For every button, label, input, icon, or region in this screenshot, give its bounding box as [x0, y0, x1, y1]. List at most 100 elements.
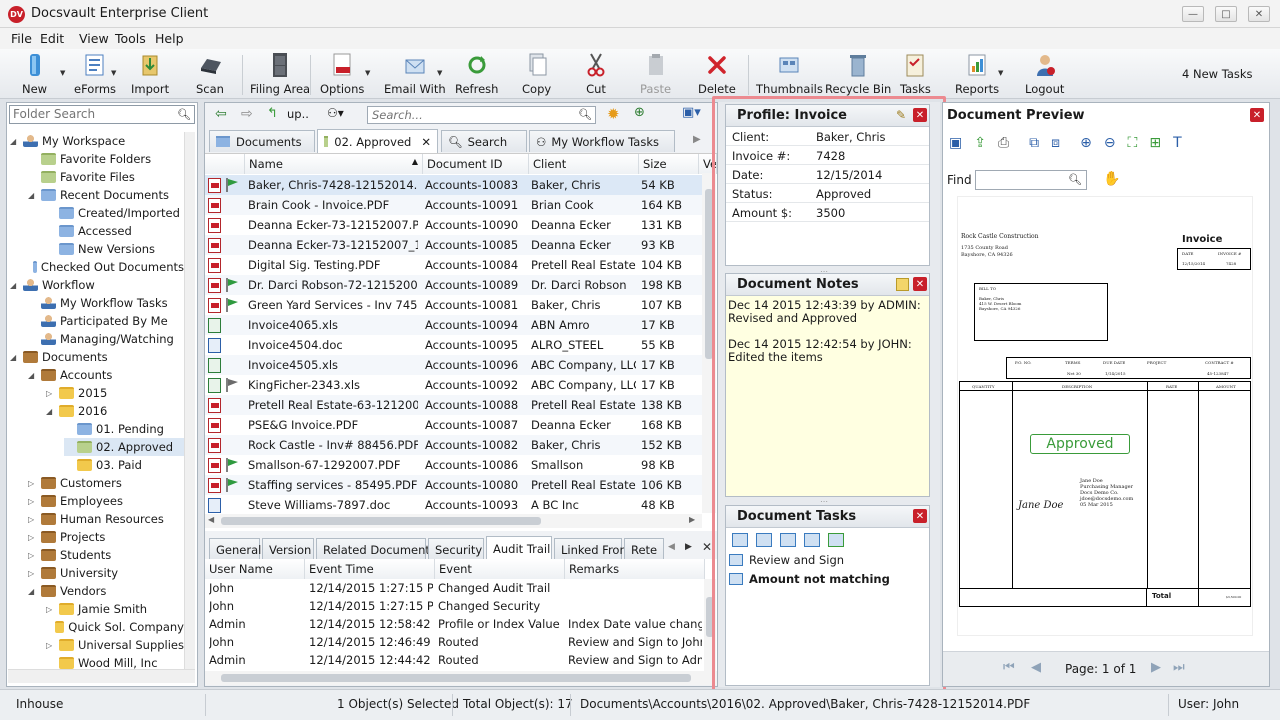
table-row[interactable]: Baker, Chris-7428-12152014.PDF Accounts-1…	[205, 175, 705, 195]
minimize-button[interactable]: —	[1182, 6, 1204, 22]
tab-scroll-left-icon[interactable]: ◀	[668, 542, 675, 552]
expand-toggle-icon[interactable]: ▷	[46, 389, 56, 398]
column-header-version[interactable]: Ver	[699, 154, 717, 174]
up-button-label[interactable]: up..	[287, 107, 309, 121]
scrollbar-thumb[interactable]	[706, 597, 714, 637]
tab-security[interactable]: Security	[428, 538, 484, 560]
delete-button[interactable]: Delete	[698, 52, 736, 96]
edit-profile-icon[interactable]: ✎	[896, 108, 906, 122]
zoom-in-icon[interactable]: ⊕	[1080, 135, 1092, 151]
tab-search[interactable]: 🔍︎ Search	[441, 130, 527, 152]
tab-02-approved[interactable]: 02. Approved ✕	[317, 129, 438, 153]
tree-item[interactable]: New Versions	[46, 240, 184, 258]
tree-item[interactable]: Wood Mill, Inc	[46, 654, 184, 669]
next-page-icon[interactable]: ▶	[1151, 660, 1161, 675]
zoom-search-icon[interactable]: ⊕	[634, 105, 645, 120]
tree-item[interactable]: Created/Imported	[46, 204, 184, 222]
table-row[interactable]: KingFicher-2343.xls Accounts-10092 ABC Com…	[205, 375, 705, 395]
save-layout-icon[interactable]: ▣▾	[682, 105, 701, 120]
reports-dropdown-arrow[interactable]: ▼	[998, 69, 1003, 77]
tab-related-documents[interactable]: Related Documents	[316, 538, 436, 560]
copy-page-icon[interactable]: ⧉	[1029, 135, 1039, 151]
paste-button[interactable]: Paste	[640, 52, 671, 96]
tree-item[interactable]: Checked Out Documents	[28, 258, 184, 276]
expand-toggle-icon[interactable]: ◢	[28, 371, 38, 380]
task-item[interactable]: Review and Sign	[727, 551, 930, 570]
tab-scroll-right-icon[interactable]: ▶	[693, 134, 701, 145]
audit-horizontal-scrollbar[interactable]	[205, 671, 717, 685]
column-header-event-time[interactable]: Event Time	[305, 559, 435, 579]
new-dropdown-arrow[interactable]: ▼	[60, 69, 65, 77]
search-icon[interactable]: 🔍︎	[177, 108, 191, 121]
tab-audit-trail[interactable]: Audit Trail	[486, 536, 552, 560]
tree-item[interactable]: ▷ Human Resources	[28, 510, 184, 528]
expand-toggle-icon[interactable]: ▷	[28, 479, 38, 488]
search-icon[interactable]: 🔍︎	[1068, 173, 1082, 186]
scrollbar-thumb[interactable]	[221, 517, 541, 525]
audit-row[interactable]: John 12/14/2015 12:46:49 PM Routed Review a…	[205, 633, 703, 651]
menu-help[interactable]: Help	[155, 31, 184, 46]
expand-toggle-icon[interactable]: ◢	[10, 137, 20, 146]
audit-row[interactable]: Admin 12/14/2015 12:58:42 PM Profile or In…	[205, 615, 703, 633]
new-task-icon[interactable]	[732, 533, 748, 547]
expand-toggle-icon[interactable]: ◢	[46, 407, 56, 416]
scrollbar-thumb[interactable]	[221, 674, 691, 682]
tree-item[interactable]: ▷ University	[28, 564, 184, 582]
maximize-button[interactable]: □	[1215, 6, 1237, 22]
column-header-event[interactable]: Event	[435, 559, 565, 579]
tree-item[interactable]: ◢ 2016	[46, 402, 184, 420]
tab-scroll-right-icon[interactable]: ▶	[685, 542, 692, 552]
close-window-button[interactable]: ✕	[1248, 6, 1270, 22]
text-select-icon[interactable]: T	[1173, 135, 1182, 151]
back-arrow-icon[interactable]: ⇦	[215, 106, 227, 122]
column-header-name[interactable]: Name ▲	[245, 154, 423, 174]
folder-search-input[interactable]	[10, 106, 175, 122]
expand-toggle-icon[interactable]: ◢	[10, 353, 20, 362]
column-header-size[interactable]: Size	[639, 154, 699, 174]
audit-vertical-scrollbar[interactable]	[704, 579, 716, 671]
table-row[interactable]: Invoice4505.xls Accounts-10096 ABC Company…	[205, 355, 705, 375]
expand-toggle-icon[interactable]: ▷	[46, 641, 56, 650]
table-row[interactable]: Rock Castle - Inv# 88456.PDF Accounts-100…	[205, 435, 705, 455]
table-row[interactable]: Deanna Ecker-73-12152007_1.PDF Accounts-1…	[205, 235, 705, 255]
audit-row[interactable]: Admin 12/14/2015 12:44:42 PM Routed Review …	[205, 651, 703, 669]
tab-retention[interactable]: Rete	[624, 538, 664, 560]
tab-general[interactable]: General	[209, 538, 261, 560]
menu-tools[interactable]: Tools	[115, 31, 146, 46]
tree-item[interactable]: ◢ Vendors	[28, 582, 184, 600]
tree-item[interactable]: ▷ Customers	[28, 474, 184, 492]
expand-toggle-icon[interactable]: ▷	[28, 515, 38, 524]
edit-task-icon[interactable]	[756, 533, 772, 547]
tree-item[interactable]: ▷ Projects	[28, 528, 184, 546]
zoom-out-icon[interactable]: ⊖	[1104, 135, 1116, 151]
scroll-right-icon[interactable]: ▶	[689, 515, 695, 524]
table-row[interactable]: Steve Williams-7897.doc Accounts-10093 A B…	[205, 495, 705, 515]
table-row[interactable]: Pretell Real Estate-63-1212007.... Accoun…	[205, 395, 705, 415]
refresh-button[interactable]: Refresh	[455, 52, 498, 96]
close-tab-icon[interactable]: ✕	[421, 135, 431, 149]
import-button[interactable]: Import	[131, 52, 169, 96]
table-row[interactable]: Smallson-67-1292007.PDF Accounts-10086 Sma…	[205, 455, 705, 475]
search-icon[interactable]: 🔍︎	[578, 108, 592, 121]
complete-task-icon[interactable]	[828, 533, 844, 547]
copy-button[interactable]: Copy	[522, 52, 551, 96]
table-row[interactable]: Staffing services - 85495.PDF Accounts-10…	[205, 475, 705, 495]
expand-toggle-icon[interactable]: ◢	[28, 191, 38, 200]
expand-toggle-icon[interactable]: ▷	[28, 569, 38, 578]
tree-vertical-scrollbar[interactable]	[184, 132, 195, 669]
tree-item[interactable]: ◢ Recent Documents	[28, 186, 184, 204]
email-dropdown-arrow[interactable]: ▼	[437, 69, 442, 77]
logout-button[interactable]: Logout	[1025, 52, 1064, 96]
eforms-button[interactable]: eForms	[74, 52, 116, 96]
tree-item[interactable]: 03. Paid	[64, 456, 184, 474]
assign-task-icon[interactable]	[804, 533, 820, 547]
flag-icon[interactable]	[225, 297, 239, 312]
print-icon[interactable]: ⎙	[998, 135, 1009, 151]
table-row[interactable]: Deanna Ecker-73-12152007.PDF Accounts-100…	[205, 215, 705, 235]
new-button[interactable]: New	[22, 52, 47, 96]
flag-icon[interactable]	[225, 457, 239, 472]
actual-size-icon[interactable]: ⊞	[1149, 135, 1161, 151]
document-search-input[interactable]	[368, 107, 578, 123]
tree-item[interactable]: ▷ Jamie Smith	[46, 600, 184, 618]
task-item[interactable]: Amount not matching	[727, 570, 930, 589]
